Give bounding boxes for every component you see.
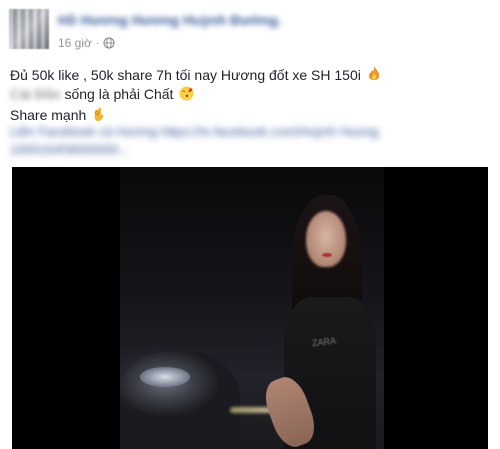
facebook-post: Hồ Hương Hương Huỳnh Đường. 16 giờ · Đủ … (0, 0, 500, 449)
avatar[interactable] (9, 9, 49, 49)
blurred-tag-line-1[interactable]: Liên Facebook cá Hương https://m.faceboo… (10, 124, 378, 139)
ok-hand-icon (94, 107, 104, 121)
post-text-line-2-content: sống là phải Chất (60, 86, 174, 102)
post-text-line-2-blurred: Cái Đồn (10, 86, 61, 102)
motorbike-shape (120, 352, 240, 449)
post-meta: 16 giờ · (58, 36, 115, 50)
post-text-line-3: Share mạnh (10, 106, 105, 123)
blurred-tag-line-2[interactable]: 100016459000000... (10, 142, 129, 157)
video-frame: ZARA (120, 167, 384, 449)
kiss-emoji-icon (179, 86, 194, 101)
fire-icon (368, 66, 379, 80)
post-text-line-1-content: Đủ 50k like , 50k share 7h tối nay Hương… (10, 67, 361, 83)
author-name[interactable]: Hồ Hương Hương Huỳnh Đường. (58, 12, 282, 28)
person-lips (322, 253, 332, 257)
headlight-shape (140, 367, 190, 387)
post-text-line-3-content: Share mạnh (10, 107, 87, 123)
meta-separator: · (95, 37, 100, 49)
post-text-line-2: Cái Đồn sống là phải Chất (10, 86, 194, 102)
post-time[interactable]: 16 giờ (58, 36, 92, 50)
video-player[interactable]: ZARA (12, 167, 488, 449)
post-text-line-1: Đủ 50k like , 50k share 7h tối nay Hương… (10, 66, 381, 83)
avatar-blur-overlay (9, 9, 49, 49)
globe-icon[interactable] (103, 37, 115, 49)
person-face-blurred (306, 211, 346, 267)
